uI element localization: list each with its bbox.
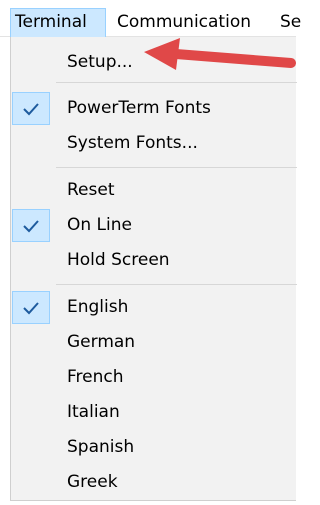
check-icon [12, 92, 50, 125]
menu-item-label: German [67, 332, 136, 352]
menu-separator [56, 167, 297, 168]
menu-item-hold-screen[interactable]: Hold Screen [11, 243, 296, 278]
terminal-dropdown-menu: Setup... PowerTerm Fonts System Fonts...… [10, 37, 297, 501]
menu-item-label: Italian [67, 402, 120, 422]
menu-item-greek[interactable]: Greek [11, 465, 296, 500]
menu-item-german[interactable]: German [11, 325, 296, 360]
menu-item-label: Hold Screen [67, 250, 170, 270]
menu-separator [56, 284, 297, 285]
menu-item-label: On Line [67, 215, 132, 235]
menu-item-label: Spanish [67, 437, 135, 457]
menu-item-label: French [67, 367, 124, 387]
menu-item-powerterm-fonts[interactable]: PowerTerm Fonts [11, 91, 296, 126]
menu-item-spanish[interactable]: Spanish [11, 430, 296, 465]
menu-item-label: System Fonts... [67, 133, 198, 153]
menu-item-reset[interactable]: Reset [11, 173, 296, 208]
menu-item-label: PowerTerm Fonts [67, 98, 211, 118]
menu-terminal[interactable]: Terminal [10, 8, 106, 37]
menu-separator [56, 82, 297, 83]
menu-item-label: Greek [67, 472, 118, 492]
check-icon [12, 291, 50, 324]
menu-item-label: Reset [67, 180, 115, 200]
menu-item-italian[interactable]: Italian [11, 395, 296, 430]
red-arrow-icon [144, 38, 296, 70]
menu-item-french[interactable]: French [11, 360, 296, 395]
menu-item-english[interactable]: English [11, 290, 296, 325]
menu-item-label: English [67, 297, 129, 317]
check-icon [12, 209, 50, 242]
menu-item-label: Setup... [67, 52, 133, 72]
menu-item-system-fonts[interactable]: System Fonts... [11, 126, 296, 161]
menu-item-on-line[interactable]: On Line [11, 208, 296, 243]
